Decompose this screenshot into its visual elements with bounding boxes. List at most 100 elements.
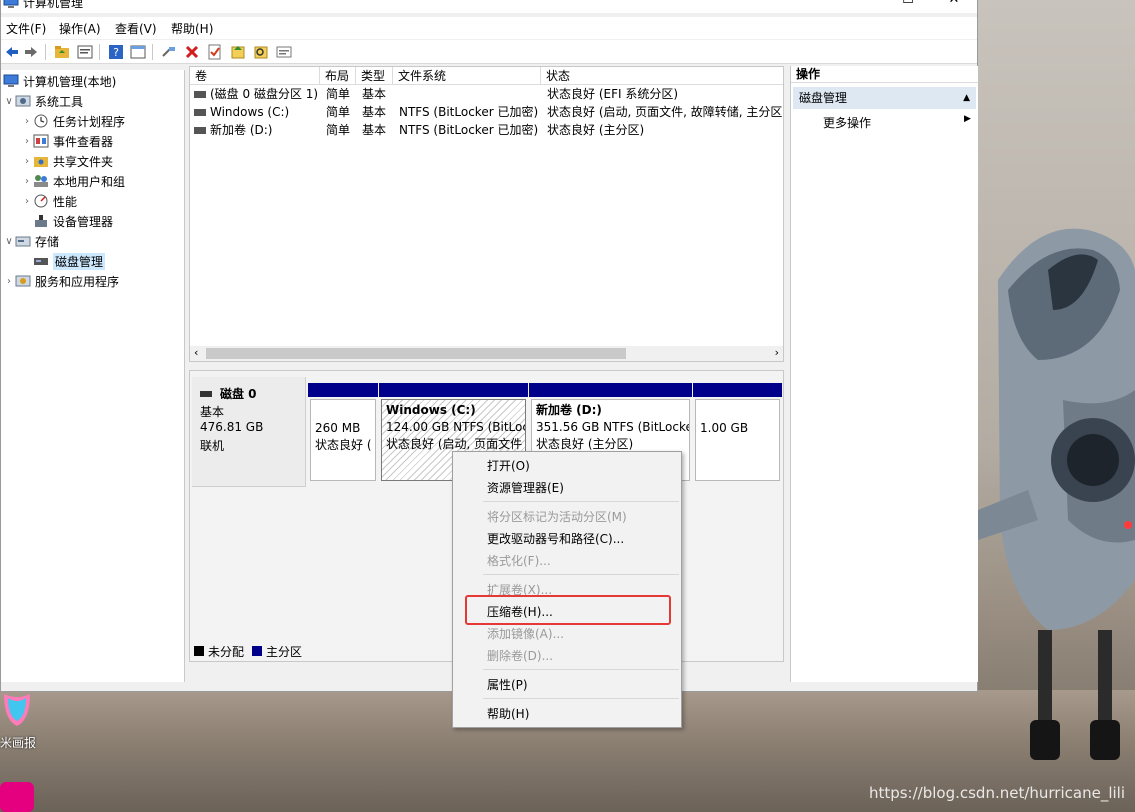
menu-item-properties[interactable]: 属性(P) xyxy=(487,676,528,693)
chevron-right-icon[interactable]: › xyxy=(21,136,33,147)
tree-item-shared-folders[interactable]: › 共享文件夹 xyxy=(21,152,113,170)
horizontal-scrollbar[interactable]: ‹ › xyxy=(190,346,783,361)
menu-item-delete-volume[interactable]: 删除卷(D)... xyxy=(487,647,553,664)
volume-name: 新加卷 (D:) xyxy=(210,123,273,137)
volume-list-header: 卷 布局 类型 文件系统 状态 xyxy=(190,67,783,85)
delete-icon[interactable] xyxy=(184,44,200,60)
tree-item-local-users[interactable]: › 本地用户和组 xyxy=(21,172,125,190)
legend: 未分配 主分区 xyxy=(194,643,302,659)
disk-type: 基本 xyxy=(200,405,225,419)
menu-item-change-drive-letter[interactable]: 更改驱动器号和路径(C)... xyxy=(487,530,624,547)
table-row[interactable]: (磁盘 0 磁盘分区 1) 简单 基本 状态良好 (EFI 系统分区) xyxy=(190,85,783,103)
col-layout[interactable]: 布局 xyxy=(320,67,356,85)
volume-fs: NTFS (BitLocker 已加密) xyxy=(399,123,539,137)
desktop-app-label[interactable]: 米画报 xyxy=(0,734,36,751)
tree-label: 磁盘管理 xyxy=(53,252,106,270)
menu-item-format[interactable]: 格式化(F)... xyxy=(487,552,551,569)
disk-name: 磁盘 0 xyxy=(220,387,257,401)
chevron-right-icon[interactable]: ▶ xyxy=(964,114,971,124)
properties-icon[interactable] xyxy=(77,44,93,60)
volume-name: (磁盘 0 磁盘分区 1) xyxy=(210,87,319,101)
console-icon[interactable] xyxy=(130,44,146,60)
up-folder-icon[interactable] xyxy=(54,44,70,60)
tree-item-root[interactable]: 计算机管理(本地) xyxy=(3,72,116,90)
menu-bar: 文件(F) 操作(A) 查看(V) 帮助(H) xyxy=(1,17,977,39)
menu-help[interactable]: 帮助(H) xyxy=(171,20,213,37)
partition-size: 260 MB xyxy=(315,421,361,435)
desktop-app-icon-2[interactable] xyxy=(0,782,34,812)
partition-status: 状态良好 ( xyxy=(315,438,372,452)
col-status[interactable]: 状态 xyxy=(541,67,783,85)
menu-view[interactable]: 查看(V) xyxy=(115,20,157,37)
scroll-left-icon[interactable]: ‹ xyxy=(194,346,198,359)
performance-icon xyxy=(34,194,48,208)
tree-item-storage[interactable]: ∨ 存储 xyxy=(3,232,59,250)
forward-icon[interactable] xyxy=(23,44,39,60)
tree-item-task-scheduler[interactable]: › 任务计划程序 xyxy=(21,112,125,130)
chevron-down-icon[interactable]: ∨ xyxy=(3,236,15,247)
chevron-right-icon[interactable]: › xyxy=(21,196,33,207)
partition-efi[interactable]: 260 MB 状态良好 ( xyxy=(308,383,378,481)
collapse-up-icon[interactable]: ▲ xyxy=(963,87,970,109)
volume-type: 基本 xyxy=(362,105,387,119)
minimize-button[interactable]: — xyxy=(839,0,885,11)
scroll-right-icon[interactable]: › xyxy=(775,346,779,359)
close-button[interactable]: ✕ xyxy=(931,0,977,11)
menu-item-open[interactable]: 打开(O) xyxy=(487,457,530,474)
tree-item-services-apps[interactable]: › 服务和应用程序 xyxy=(3,272,119,290)
svg-text:?: ? xyxy=(113,46,119,59)
table-row[interactable]: 新加卷 (D:) 简单 基本 NTFS (BitLocker 已加密) 状态良好… xyxy=(190,121,783,139)
chevron-right-icon[interactable]: › xyxy=(21,176,33,187)
volume-type: 基本 xyxy=(362,123,387,137)
tree-item-device-manager[interactable]: 设备管理器 xyxy=(21,212,113,230)
disk-info[interactable]: 磁盘 0 基本 476.81 GB 联机 xyxy=(192,377,306,487)
col-filesystem[interactable]: 文件系统 xyxy=(393,67,541,85)
menu-item-mark-active[interactable]: 将分区标记为活动分区(M) xyxy=(487,508,627,525)
check-icon[interactable] xyxy=(207,44,223,60)
tree-root-label: 计算机管理(本地) xyxy=(23,74,117,89)
col-volume[interactable]: 卷 xyxy=(190,67,320,85)
chevron-right-icon[interactable]: › xyxy=(21,116,33,127)
import-icon[interactable] xyxy=(230,44,246,60)
tree-item-event-viewer[interactable]: › 事件查看器 xyxy=(21,132,113,150)
help-icon[interactable]: ? xyxy=(108,44,124,60)
volume-status: 状态良好 (主分区) xyxy=(547,123,645,137)
scrollbar-thumb[interactable] xyxy=(206,348,626,359)
partition-size: 124.00 GB NTFS (BitLoc xyxy=(386,420,526,434)
export-icon[interactable] xyxy=(276,44,292,60)
search-icon[interactable] xyxy=(253,44,269,60)
col-type[interactable]: 类型 xyxy=(356,67,393,85)
shared-folder-icon xyxy=(34,157,48,167)
tree-label: 服务和应用程序 xyxy=(35,274,120,289)
tree-item-disk-management[interactable]: 磁盘管理 xyxy=(21,252,106,270)
jet-wallpaper-image xyxy=(978,228,1135,760)
chevron-down-icon[interactable]: ∨ xyxy=(3,96,15,107)
users-icon xyxy=(34,175,48,187)
navigation-tree: 计算机管理(本地) ∨ 系统工具 › 任务计划程序 › 事件查看器 › 共享文件… xyxy=(1,70,185,682)
chevron-right-icon[interactable]: › xyxy=(21,156,33,167)
tree-item-system-tools[interactable]: ∨ 系统工具 xyxy=(3,92,83,110)
menu-item-add-mirror[interactable]: 添加镜像(A)... xyxy=(487,625,564,642)
back-icon[interactable] xyxy=(4,44,20,60)
volume-icon xyxy=(194,108,206,116)
action-section-disk-management[interactable]: 磁盘管理 ▲ xyxy=(793,87,976,109)
menu-item-help[interactable]: 帮助(H) xyxy=(487,705,529,722)
menu-item-explorer[interactable]: 资源管理器(E) xyxy=(487,479,564,496)
tree-item-performance[interactable]: › 性能 xyxy=(21,192,77,210)
clock-icon xyxy=(34,114,48,128)
menu-file[interactable]: 文件(F) xyxy=(6,20,46,37)
more-actions-link[interactable]: 更多操作 xyxy=(823,114,871,131)
partition-title: Windows (C:) xyxy=(386,403,476,417)
title-bar[interactable]: 计算机管理 — ☐ ✕ xyxy=(1,0,977,13)
chevron-right-icon[interactable]: › xyxy=(3,276,15,287)
table-row[interactable]: Windows (C:) 简单 基本 NTFS (BitLocker 已加密) … xyxy=(190,103,783,121)
tree-label: 事件查看器 xyxy=(53,134,114,149)
volume-type: 基本 xyxy=(362,87,387,101)
partition-recovery[interactable]: 1.00 GB xyxy=(693,383,782,481)
menu-action[interactable]: 操作(A) xyxy=(59,20,101,37)
connect-icon[interactable] xyxy=(161,44,177,60)
desktop-app-icon[interactable] xyxy=(0,690,34,730)
maximize-button[interactable]: ☐ xyxy=(885,0,931,11)
watermark-text: https://blog.csdn.net/hurricane_lili xyxy=(868,784,1125,802)
services-icon xyxy=(15,275,31,287)
